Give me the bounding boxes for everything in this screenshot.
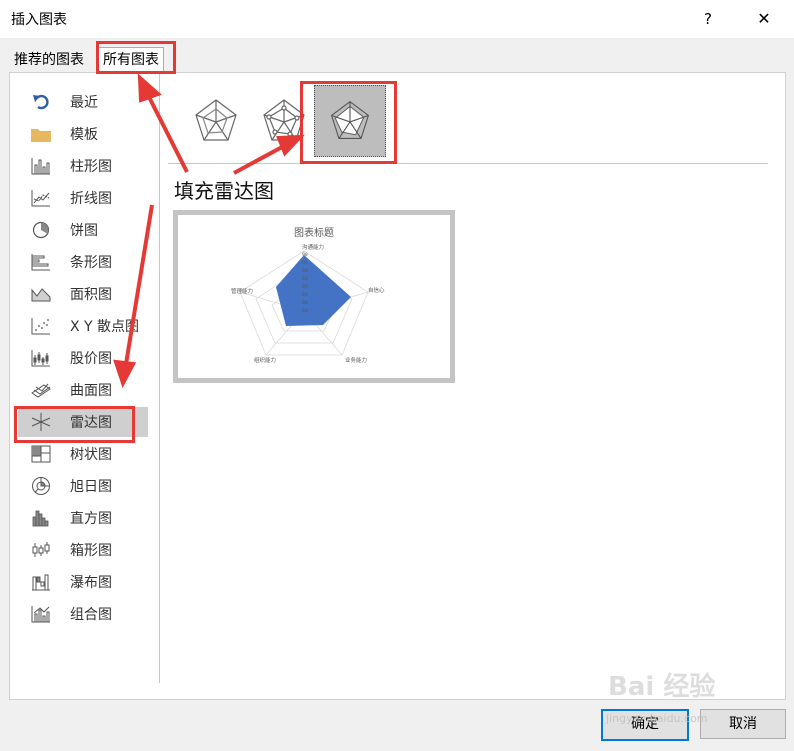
axis-label-4: 组织能力 — [254, 356, 276, 364]
tick-label: 98 — [302, 252, 308, 258]
tick-label: 88 — [302, 292, 308, 298]
tab-all-charts[interactable]: 所有图表 — [98, 47, 164, 72]
sidebar-item-label: 条形图 — [70, 255, 112, 271]
tab-recommended-charts[interactable]: 推荐的图表 — [10, 50, 88, 71]
close-button[interactable]: ✕ — [750, 6, 778, 32]
dialog-title: 插入图表 — [11, 12, 67, 28]
sidebar-item-sunburst[interactable]: 旭日图 — [18, 471, 148, 501]
divider — [168, 163, 768, 164]
chart-subtype-area: 填充雷达图 图表标题 沟通能力 自信心 业务能力 组织能力 管理能力 98 96… — [160, 73, 785, 699]
line-chart-icon — [30, 188, 52, 208]
tick-label: 84 — [302, 308, 308, 314]
scatter-chart-icon — [30, 316, 52, 336]
radar-markers-subtype-icon — [263, 99, 305, 141]
axis-label-5: 管理能力 — [231, 287, 253, 295]
sidebar-item-label: 树状图 — [70, 447, 112, 463]
preview-filled-series — [276, 255, 351, 326]
sidebar-item-recent[interactable]: 最近 — [18, 87, 148, 117]
sidebar-item-label: 模板 — [70, 127, 98, 143]
sidebar-item-label: 柱形图 — [70, 159, 112, 175]
undo-arrow-icon — [30, 92, 52, 112]
sidebar-item-bar[interactable]: 条形图 — [18, 247, 148, 277]
bar-chart-icon — [30, 252, 52, 272]
box-whisker-chart-icon — [30, 540, 52, 560]
sidebar-item-label: 折线图 — [70, 191, 112, 207]
cancel-button[interactable]: 取消 — [700, 709, 786, 739]
chart-preview: 图表标题 沟通能力 自信心 业务能力 组织能力 管理能力 98 96 94 92… — [173, 210, 455, 383]
sidebar-item-waterfall[interactable]: 瀑布图 — [18, 567, 148, 597]
histogram-chart-icon — [30, 508, 52, 528]
sidebar-item-xy-scatter[interactable]: X Y 散点图 — [18, 311, 148, 341]
sidebar-item-surface[interactable]: 曲面图 — [18, 375, 148, 405]
sidebar-item-line[interactable]: 折线图 — [18, 183, 148, 213]
sidebar-item-label: 股价图 — [70, 351, 112, 367]
tick-label: 94 — [302, 268, 308, 274]
pie-chart-icon — [30, 220, 52, 240]
stock-chart-icon — [30, 348, 52, 368]
sidebar-item-pie[interactable]: 饼图 — [18, 215, 148, 245]
tick-label: 92 — [302, 276, 308, 282]
combo-chart-icon — [30, 604, 52, 624]
sidebar-item-box-whisker[interactable]: 箱形图 — [18, 535, 148, 565]
tick-label: 96 — [302, 260, 308, 266]
chart-type-sidebar: 最近 模板 柱形图 折线图 饼图 条形图 面积图 X Y 散点图 股价图 曲面图… — [10, 73, 160, 683]
help-button[interactable]: ? — [694, 6, 722, 32]
preview-radar-chart: 沟通能力 自信心 业务能力 组织能力 管理能力 98 96 94 92 90 8… — [231, 243, 385, 364]
sidebar-item-label: 直方图 — [70, 511, 112, 527]
filled-radar-subtype-icon — [330, 100, 370, 140]
subtype-radar[interactable] — [178, 83, 254, 159]
folder-icon — [30, 124, 52, 144]
subtype-title: 填充雷达图 — [174, 179, 274, 203]
sidebar-item-label: 饼图 — [70, 223, 98, 239]
baidu-watermark-logo: Bai 经验 — [608, 672, 716, 702]
sidebar-item-stock[interactable]: 股价图 — [18, 343, 148, 373]
sidebar-item-column[interactable]: 柱形图 — [18, 151, 148, 181]
treemap-chart-icon — [30, 444, 52, 464]
title-bar: 插入图表 ? ✕ — [0, 0, 794, 38]
axis-label-3: 业务能力 — [345, 356, 367, 364]
waterfall-chart-icon — [30, 572, 52, 592]
baidu-watermark-url: jingyan.baidu.com — [606, 712, 708, 725]
chart-panel: 最近 模板 柱形图 折线图 饼图 条形图 面积图 X Y 散点图 股价图 曲面图… — [9, 72, 786, 700]
sidebar-item-treemap[interactable]: 树状图 — [18, 439, 148, 469]
tab-strip: 推荐的图表 所有图表 — [0, 38, 794, 72]
surface-chart-icon — [30, 380, 52, 400]
area-chart-icon — [30, 284, 52, 304]
sidebar-item-label: 旭日图 — [70, 479, 112, 495]
sidebar-item-label: X Y 散点图 — [70, 319, 140, 335]
sidebar-item-radar[interactable]: 雷达图 — [18, 407, 148, 437]
tick-label: 86 — [302, 300, 308, 306]
axis-label-1: 沟通能力 — [302, 243, 324, 251]
sidebar-item-histogram[interactable]: 直方图 — [18, 503, 148, 533]
sidebar-item-label: 曲面图 — [70, 383, 112, 399]
sidebar-item-label: 面积图 — [70, 287, 112, 303]
sidebar-item-label: 雷达图 — [70, 415, 112, 431]
sidebar-item-area[interactable]: 面积图 — [18, 279, 148, 309]
sidebar-item-label: 组合图 — [70, 607, 112, 623]
subtype-filled-radar[interactable] — [314, 85, 386, 157]
sidebar-item-combo[interactable]: 组合图 — [18, 599, 148, 629]
axis-label-2: 自信心 — [368, 286, 385, 294]
radar-chart-icon — [30, 412, 52, 432]
sidebar-item-label: 瀑布图 — [70, 575, 112, 591]
column-chart-icon — [30, 156, 52, 176]
sidebar-item-label: 箱形图 — [70, 543, 112, 559]
radar-subtype-icon — [195, 99, 237, 141]
sidebar-item-label: 最近 — [70, 95, 98, 111]
sunburst-chart-icon — [30, 476, 52, 496]
sidebar-item-templates[interactable]: 模板 — [18, 119, 148, 149]
tick-label: 90 — [302, 284, 308, 290]
subtype-radar-with-markers[interactable] — [246, 83, 322, 159]
